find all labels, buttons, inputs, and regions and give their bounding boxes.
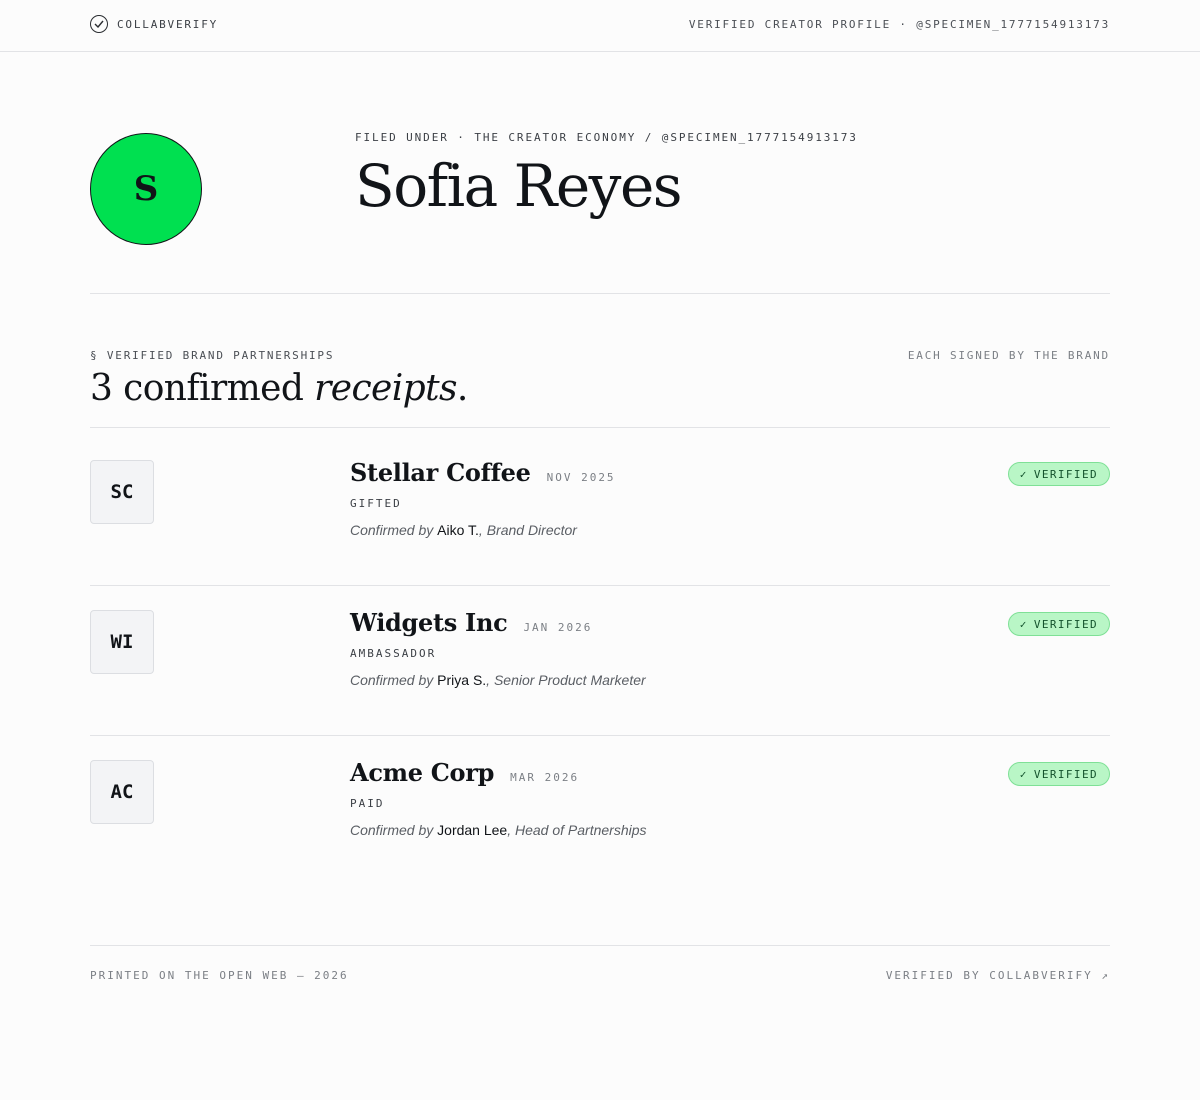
company-name: Stellar Coffee: [350, 458, 531, 487]
headline-suffix: .: [456, 368, 468, 409]
divider: [90, 945, 1110, 946]
verified-badge: ✓ VERIFIED: [1007, 612, 1110, 636]
confirmed-by-label: Confirmed by: [350, 822, 438, 838]
check-icon: ✓: [1019, 617, 1028, 631]
confirmed-by-label: Confirmed by: [350, 672, 438, 688]
brand-logo: SC: [90, 460, 154, 524]
confirmation: Confirmed by Jordan Lee, Head of Partner…: [350, 822, 647, 838]
confirmation: Confirmed by Aiko T., Brand Director: [350, 522, 577, 538]
brand-name: COLLABVERIFY: [117, 17, 219, 31]
partnership-type: PAID: [350, 797, 385, 810]
confirmed-by-label: Confirmed by: [350, 522, 438, 538]
confirmation: Confirmed by Priya S., Senior Product Ma…: [350, 672, 646, 688]
partnership-date: JAN 2026: [523, 621, 593, 634]
eyebrow: FILED UNDER · THE CREATOR ECONOMY / @SPE…: [355, 131, 858, 144]
headline-emphasis: receipts: [314, 368, 457, 409]
confirmer-role: , Head of Partnerships: [507, 822, 647, 838]
partnership-row: WI Widgets Inc JAN 2026 AMBASSADOR Confi…: [90, 578, 1110, 728]
confirmer-name: Priya S.: [437, 672, 487, 688]
brand[interactable]: COLLABVERIFY: [90, 15, 218, 33]
divider: [90, 293, 1110, 294]
badge-label: VERIFIED: [1033, 767, 1098, 781]
partnership-row: SC Stellar Coffee NOV 2025 GIFTED Confir…: [90, 428, 1110, 578]
confirmer-role: , Senior Product Marketer: [486, 672, 646, 688]
badge-label: VERIFIED: [1033, 617, 1098, 631]
partnership-date: MAR 2026: [510, 771, 580, 784]
verified-by-link[interactable]: VERIFIED BY COLLABVERIFY ↗: [886, 969, 1110, 982]
confirmer-name: Aiko T.: [437, 522, 479, 538]
section-headline: 3 confirmed receipts.: [90, 368, 468, 409]
partnership-date: NOV 2025: [546, 471, 616, 484]
row-title: Stellar Coffee NOV 2025: [350, 458, 616, 487]
row-title: Acme Corp MAR 2026: [350, 758, 579, 787]
partnership-type: GIFTED: [350, 497, 402, 510]
brand-logo: AC: [90, 760, 154, 824]
company-name: Acme Corp: [350, 758, 495, 787]
avatar: S: [90, 133, 202, 245]
top-bar: COLLABVERIFY VERIFIED CREATOR PROFILE · …: [0, 0, 1200, 52]
partnership-type: AMBASSADOR: [350, 647, 437, 660]
check-icon: ✓: [1019, 767, 1028, 781]
headline-prefix: 3 confirmed: [90, 368, 315, 409]
check-circle-icon: [90, 15, 108, 33]
badge-label: VERIFIED: [1033, 467, 1098, 481]
footer-note: PRINTED ON THE OPEN WEB — 2026: [90, 969, 349, 982]
page-title: Sofia Reyes: [355, 152, 683, 220]
confirmer-role: , Brand Director: [478, 522, 577, 538]
verified-badge: ✓ VERIFIED: [1007, 762, 1110, 786]
partnership-row: AC Acme Corp MAR 2026 PAID Confirmed by …: [90, 728, 1110, 878]
verified-badge: ✓ VERIFIED: [1007, 462, 1110, 486]
row-title: Widgets Inc JAN 2026: [350, 608, 592, 637]
company-name: Widgets Inc: [350, 608, 508, 637]
confirmer-name: Jordan Lee: [437, 822, 508, 838]
brand-logo: WI: [90, 610, 154, 674]
profile-caption: VERIFIED CREATOR PROFILE · @SPECIMEN_177…: [688, 18, 1110, 31]
check-icon: ✓: [1019, 467, 1028, 481]
section-label: § VERIFIED BRAND PARTNERSHIPS: [90, 349, 335, 362]
section-note: EACH SIGNED BY THE BRAND: [907, 349, 1110, 362]
